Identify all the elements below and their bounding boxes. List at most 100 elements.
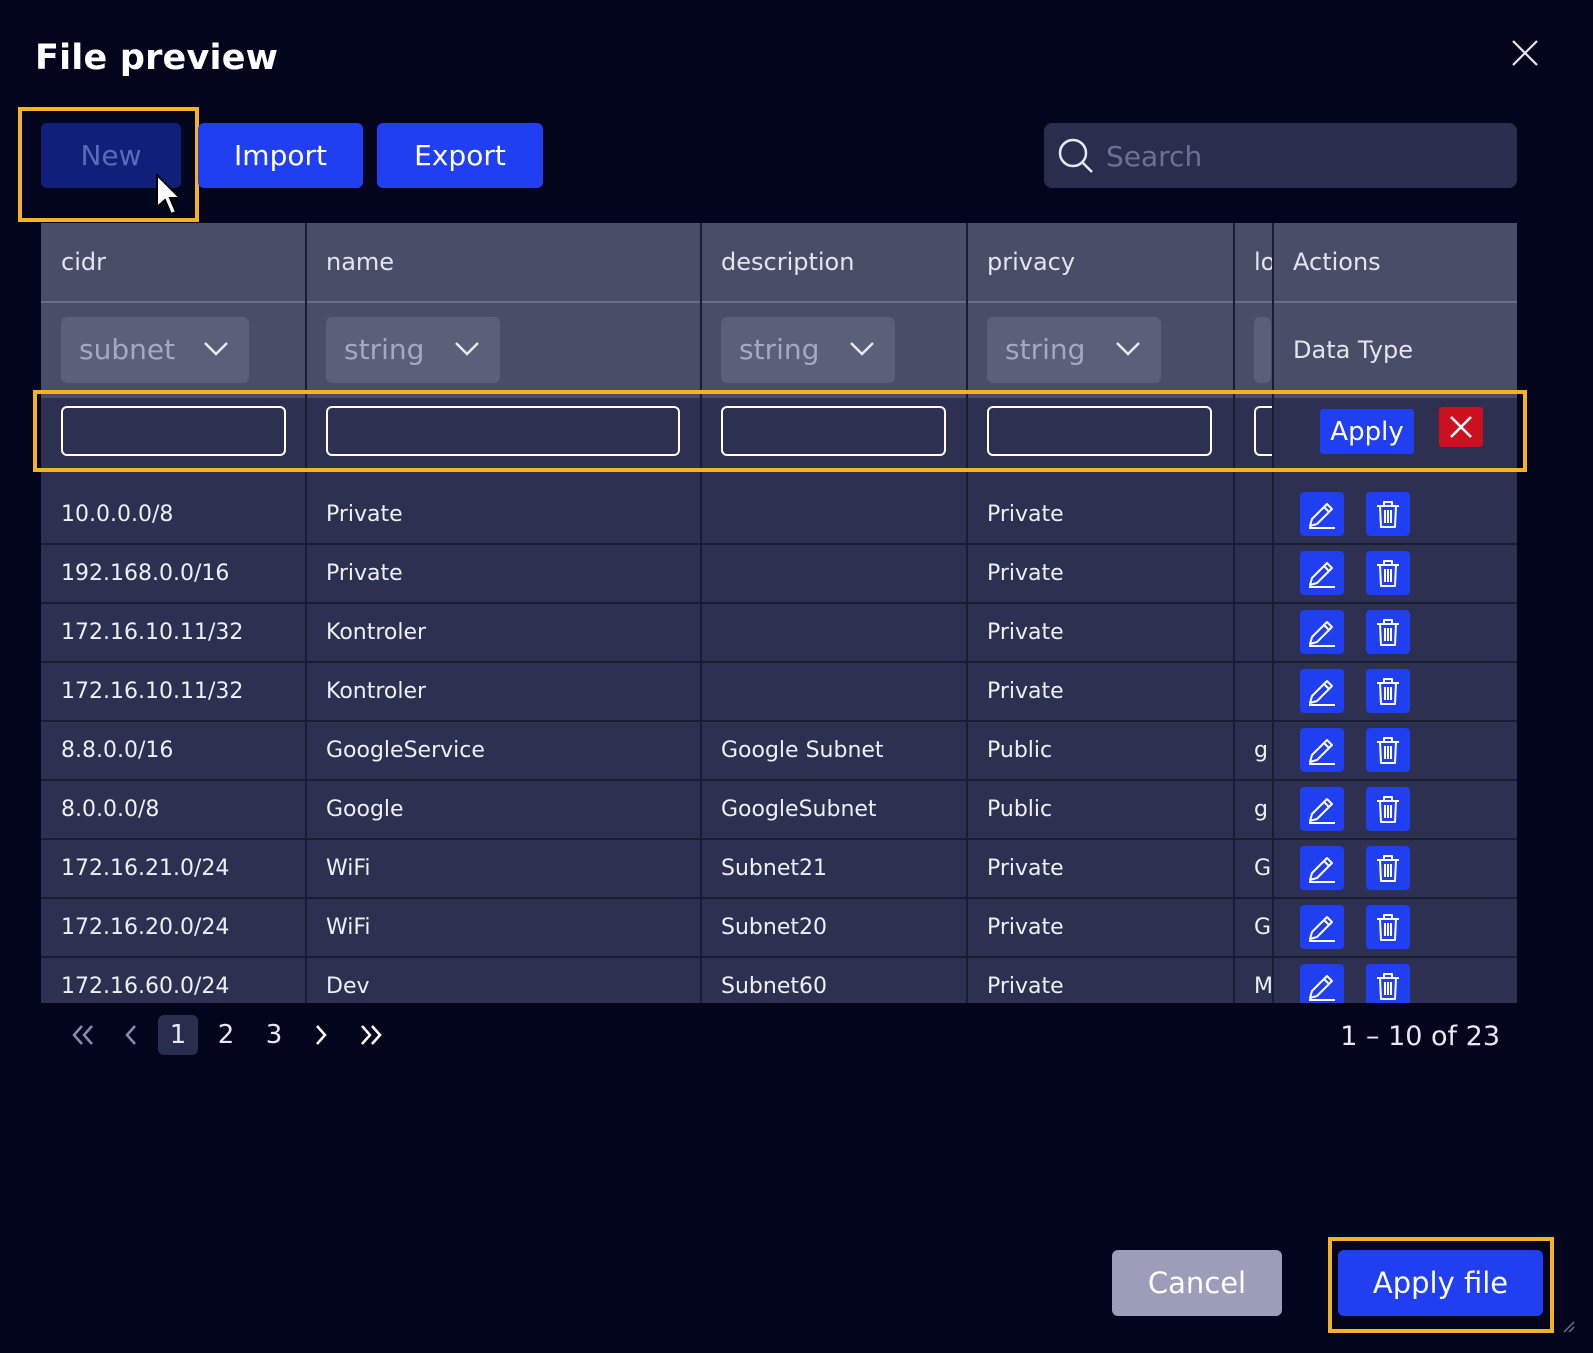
edit-button[interactable] bbox=[1300, 787, 1344, 831]
page-1-button[interactable]: 1 bbox=[158, 1015, 198, 1055]
cell-cidr: 172.16.20.0/24 bbox=[61, 915, 230, 940]
column-header-cidr[interactable]: cidr bbox=[61, 223, 106, 301]
cell-cidr: 10.0.0.0/8 bbox=[61, 502, 174, 527]
type-select-lo[interactable] bbox=[1254, 317, 1271, 383]
filter-input-lo[interactable] bbox=[1254, 406, 1274, 456]
cell-cidr: 172.16.60.0/24 bbox=[61, 974, 230, 999]
cell-privacy: Private bbox=[987, 679, 1064, 704]
type-select-name[interactable]: string bbox=[326, 317, 500, 383]
cell-description: Subnet21 bbox=[721, 856, 827, 881]
cell-cidr: 8.8.0.0/16 bbox=[61, 738, 174, 763]
file-preview-dialog: File preview New Import Export cidr name… bbox=[0, 0, 1593, 1353]
type-select-privacy[interactable]: string bbox=[987, 317, 1161, 383]
cell-lo: G bbox=[1254, 915, 1272, 940]
import-button[interactable]: Import bbox=[198, 123, 363, 188]
table-row: 172.16.21.0/24 WiFi Subnet21 Private G bbox=[41, 840, 1517, 899]
cancel-button[interactable]: Cancel bbox=[1112, 1250, 1282, 1316]
delete-button[interactable] bbox=[1366, 610, 1410, 654]
cell-cidr: 172.16.10.11/32 bbox=[61, 620, 244, 645]
edit-button[interactable] bbox=[1300, 728, 1344, 772]
type-select-cidr[interactable]: subnet bbox=[61, 317, 249, 383]
table-row: 10.0.0.0/8 Private Private bbox=[41, 486, 1517, 545]
search-input[interactable] bbox=[1104, 123, 1508, 190]
cell-cidr: 172.16.10.11/32 bbox=[61, 679, 244, 704]
close-icon bbox=[1450, 416, 1472, 438]
delete-button[interactable] bbox=[1366, 728, 1410, 772]
cell-lo bbox=[1254, 545, 1272, 602]
filter-input-cidr[interactable] bbox=[61, 406, 286, 456]
type-select-value: string bbox=[344, 333, 425, 366]
cell-lo bbox=[1254, 486, 1272, 543]
filter-input-description[interactable] bbox=[721, 406, 946, 456]
delete-button[interactable] bbox=[1366, 787, 1410, 831]
cell-lo bbox=[1254, 604, 1272, 661]
edit-button[interactable] bbox=[1300, 669, 1344, 713]
filter-input-name[interactable] bbox=[326, 406, 680, 456]
table-row: 8.8.0.0/16 GoogleService Google Subnet Publ… bbox=[41, 722, 1517, 781]
chevron-right-icon bbox=[316, 1025, 327, 1045]
page-2-button[interactable]: 2 bbox=[206, 1015, 246, 1055]
export-button[interactable]: Export bbox=[377, 123, 543, 188]
column-header-privacy[interactable]: privacy bbox=[987, 223, 1075, 301]
table-row: 172.16.10.11/32 Kontroler Private bbox=[41, 604, 1517, 663]
cell-privacy: Private bbox=[987, 620, 1064, 645]
cell-privacy: Private bbox=[987, 561, 1064, 586]
edit-button[interactable] bbox=[1300, 492, 1344, 536]
column-divider bbox=[1233, 223, 1235, 1003]
first-page-button[interactable] bbox=[66, 1015, 100, 1055]
cell-lo: g bbox=[1254, 738, 1268, 763]
column-header-lo[interactable]: lo bbox=[1254, 223, 1278, 301]
chevron-down-icon bbox=[850, 342, 874, 356]
edit-button[interactable] bbox=[1300, 905, 1344, 949]
cell-lo: g bbox=[1254, 797, 1268, 822]
cell-description bbox=[721, 663, 961, 720]
column-header-description[interactable]: description bbox=[721, 223, 854, 301]
resize-handle-icon[interactable] bbox=[1560, 1318, 1576, 1338]
cell-privacy: Public bbox=[987, 738, 1053, 763]
cell-privacy: Private bbox=[987, 856, 1064, 881]
filter-apply-button[interactable]: Apply bbox=[1320, 409, 1414, 454]
column-divider bbox=[966, 223, 968, 1003]
delete-button[interactable] bbox=[1366, 846, 1410, 890]
dialog-title: File preview bbox=[35, 38, 279, 78]
edit-button[interactable] bbox=[1300, 846, 1344, 890]
column-header-name[interactable]: name bbox=[326, 223, 394, 301]
cell-lo bbox=[1254, 663, 1272, 720]
filter-input-privacy[interactable] bbox=[987, 406, 1212, 456]
data-type-label: Data Type bbox=[1293, 336, 1414, 364]
delete-button[interactable] bbox=[1366, 551, 1410, 595]
edit-button[interactable] bbox=[1300, 610, 1344, 654]
cell-description: Subnet60 bbox=[721, 974, 827, 999]
cell-cidr: 172.16.21.0/24 bbox=[61, 856, 230, 881]
column-divider bbox=[1272, 223, 1274, 1003]
search-box[interactable] bbox=[1044, 123, 1517, 190]
last-page-button[interactable] bbox=[354, 1015, 388, 1055]
delete-button[interactable] bbox=[1366, 669, 1410, 713]
filter-clear-button[interactable] bbox=[1439, 407, 1483, 447]
cell-lo: M bbox=[1254, 974, 1272, 999]
cell-name: WiFi bbox=[326, 915, 371, 940]
edit-button[interactable] bbox=[1300, 964, 1344, 1003]
search-icon bbox=[1058, 138, 1093, 173]
double-chevron-left-icon bbox=[72, 1025, 93, 1045]
delete-button[interactable] bbox=[1366, 905, 1410, 949]
column-divider bbox=[700, 223, 702, 1003]
cell-cidr: 8.0.0.0/8 bbox=[61, 797, 160, 822]
cell-privacy: Private bbox=[987, 915, 1064, 940]
edit-button[interactable] bbox=[1300, 551, 1344, 595]
cell-privacy: Private bbox=[987, 502, 1064, 527]
chevron-down-icon bbox=[204, 342, 228, 356]
next-page-button[interactable] bbox=[306, 1015, 336, 1055]
column-divider bbox=[305, 223, 307, 1003]
cell-name: Private bbox=[326, 502, 403, 527]
cell-description bbox=[721, 604, 961, 661]
close-icon[interactable] bbox=[1510, 38, 1546, 74]
cell-name: Kontroler bbox=[326, 620, 427, 645]
mouse-cursor-icon bbox=[155, 172, 183, 221]
delete-button[interactable] bbox=[1366, 492, 1410, 536]
type-select-description[interactable]: string bbox=[721, 317, 895, 383]
apply-file-button[interactable]: Apply file bbox=[1338, 1250, 1543, 1316]
delete-button[interactable] bbox=[1366, 964, 1410, 1003]
prev-page-button[interactable] bbox=[116, 1015, 146, 1055]
page-3-button[interactable]: 3 bbox=[254, 1015, 294, 1055]
